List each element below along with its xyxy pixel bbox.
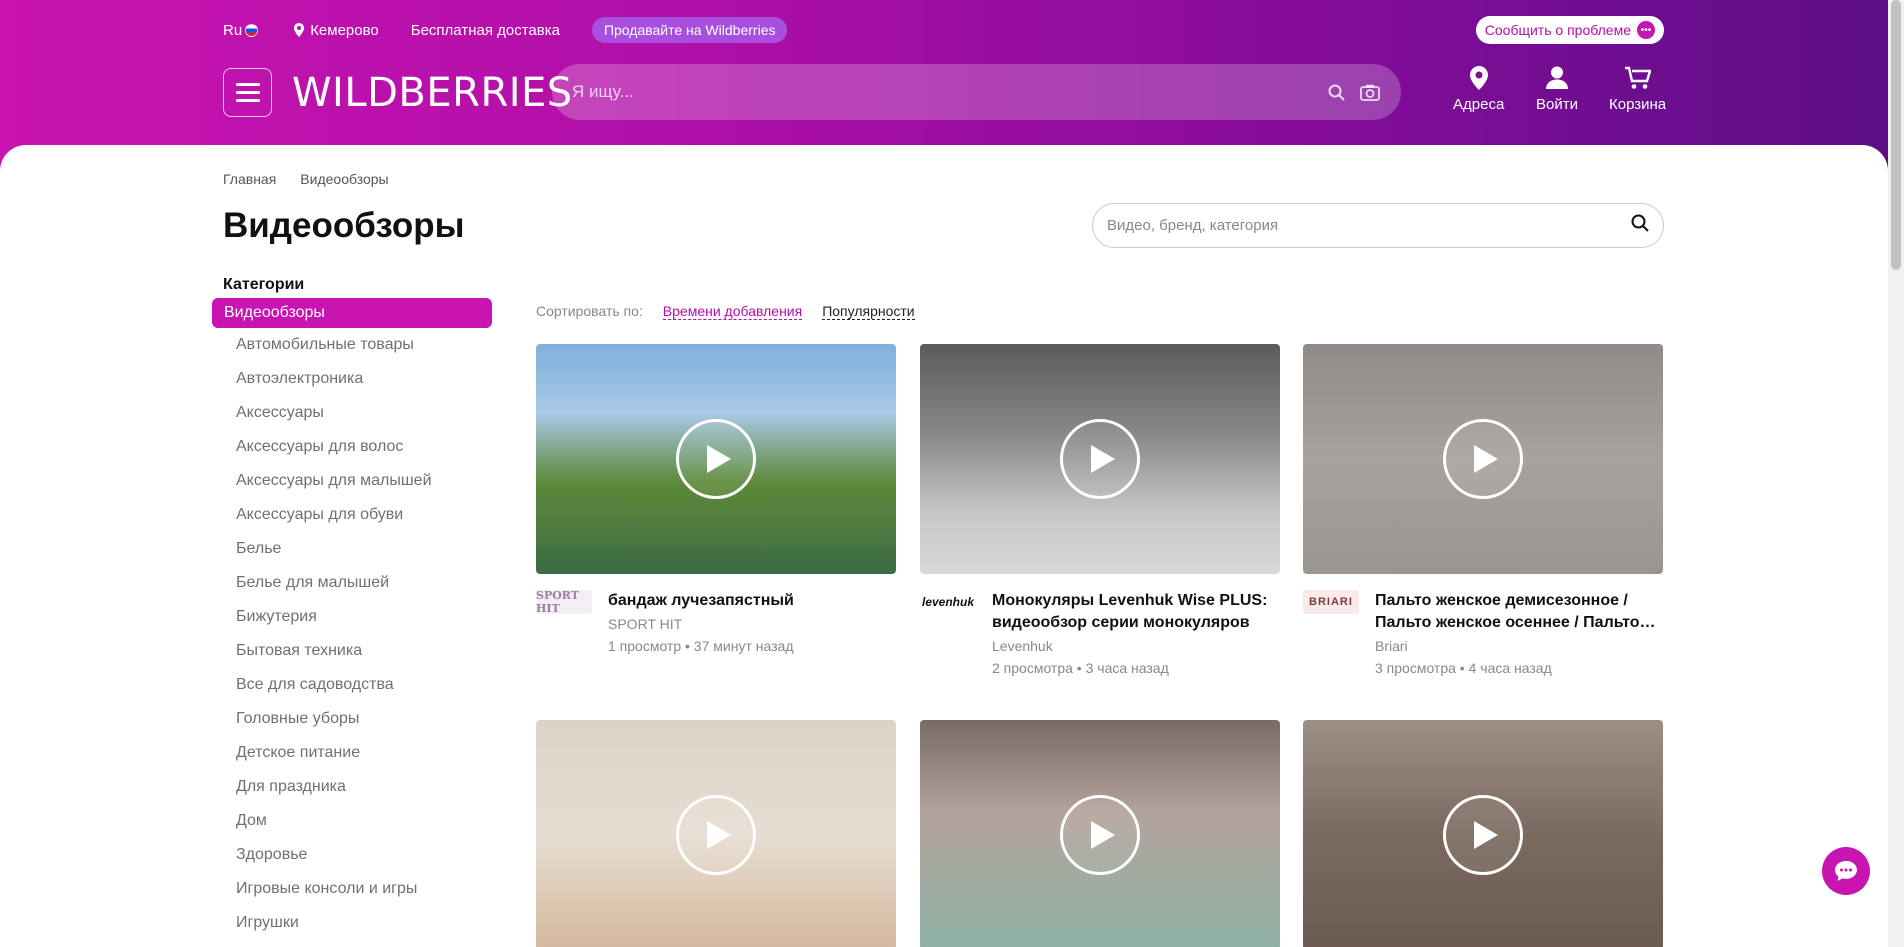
search-icon[interactable] [1631, 214, 1649, 237]
burger-line [235, 83, 260, 86]
video-brand[interactable]: SPORT HIT [608, 616, 794, 632]
addresses-label: Адреса [1453, 96, 1505, 113]
sidebar-item[interactable]: Аксессуары [212, 396, 492, 430]
sidebar-item[interactable]: Белье для малышей [212, 566, 492, 600]
city-selector[interactable]: Кемерово [294, 22, 379, 39]
sidebar-item[interactable]: Все для садоводства [212, 668, 492, 702]
video-meta: SPORT HIT бандаж лучезапястный SPORT HIT… [536, 589, 896, 654]
user-icon [1545, 66, 1568, 89]
sidebar-item[interactable]: Игрушки [212, 906, 492, 940]
video-title[interactable]: Пальто женское демисезонное / Пальто жен… [1375, 590, 1663, 634]
cart-icon [1624, 66, 1651, 89]
play-icon[interactable] [1060, 419, 1140, 499]
menu-burger-button[interactable] [223, 68, 272, 117]
language-label: Ru [223, 21, 243, 39]
categories-sidebar: Категории Видеообзоры Автомобильные това… [212, 273, 492, 940]
report-problem-label: Сообщить о проблеме [1484, 22, 1631, 38]
video-stats: 1 просмотр • 37 минут назад [608, 638, 794, 654]
breadcrumb-current: Видеообзоры [300, 171, 389, 187]
play-icon[interactable] [676, 419, 756, 499]
breadcrumb-home[interactable]: Главная [223, 171, 276, 187]
cart-nav[interactable]: Корзина [1609, 66, 1666, 113]
cart-label: Корзина [1609, 96, 1667, 113]
chat-bubble-icon: ••• [1637, 21, 1655, 39]
sort-label: Сортировать по: [536, 303, 643, 319]
camera-icon[interactable] [1359, 81, 1381, 103]
sidebar-item[interactable]: Аксессуары для обуви [212, 498, 492, 532]
brand-logo[interactable]: levenhuk [920, 590, 976, 614]
video-thumbnail[interactable] [1303, 720, 1663, 947]
sort-by-popularity-button[interactable]: Популярности [822, 303, 915, 320]
sidebar-item[interactable]: Автомобильные товары [212, 328, 492, 362]
sidebar-item[interactable]: Бытовая техника [212, 634, 492, 668]
scrollbar-thumb[interactable] [1891, 0, 1901, 270]
video-card[interactable]: levenhuk Монокуляры Levenhuk Wise PLUS: … [920, 344, 1280, 676]
video-title[interactable]: бандаж лучезапястный [608, 590, 794, 612]
video-brand[interactable]: Briari [1375, 638, 1663, 654]
video-card[interactable]: BRIARI Пальто женское демисезонное / Пал… [1303, 344, 1663, 676]
report-problem-button[interactable]: Сообщить о проблеме ••• [1475, 16, 1664, 44]
brand-logo[interactable]: BRIARI [1303, 590, 1359, 614]
burger-line [235, 99, 260, 102]
video-meta: levenhuk Монокуляры Levenhuk Wise PLUS: … [920, 590, 1280, 676]
video-card[interactable] [1303, 720, 1663, 947]
sell-on-wildberries-button[interactable]: Продавайте на Wildberries [591, 17, 788, 43]
chat-icon [1835, 861, 1857, 881]
video-search-input[interactable] [1107, 217, 1631, 234]
language-switcher[interactable]: Ru [223, 21, 259, 39]
location-pin-icon [1469, 66, 1488, 90]
video-thumbnail[interactable] [536, 720, 896, 947]
play-icon[interactable] [1443, 419, 1523, 499]
sidebar-item[interactable]: Для праздника [212, 770, 492, 804]
free-delivery-link[interactable]: Бесплатная доставка [411, 22, 560, 39]
main-search-bar [552, 64, 1401, 120]
categories-title: Категории [223, 276, 305, 293]
login-nav[interactable]: Войти [1536, 66, 1578, 113]
video-card[interactable] [536, 720, 896, 947]
video-title[interactable]: Монокуляры Levenhuk Wise PLUS: видеообзо… [992, 590, 1280, 634]
city-label: Кемерово [310, 21, 379, 39]
video-stats: 3 просмотра • 4 часа назад [1375, 660, 1552, 676]
sidebar-item[interactable]: Автоэлектроника [212, 362, 492, 396]
sidebar-item[interactable]: Головные уборы [212, 702, 492, 736]
sidebar-item[interactable]: Игровые консоли и игры [212, 872, 492, 906]
sidebar-item[interactable]: Дом [212, 804, 492, 838]
sort-by-date-button[interactable]: Времени добавления [662, 303, 803, 320]
video-thumbnail[interactable] [920, 720, 1280, 947]
video-thumbnail[interactable] [1303, 344, 1663, 574]
breadcrumb: Главная Видеообзоры [223, 171, 389, 187]
sidebar-item[interactable]: Здоровье [212, 838, 492, 872]
play-icon[interactable] [676, 795, 756, 875]
search-icon[interactable] [1325, 81, 1347, 103]
video-thumbnail[interactable] [536, 344, 896, 574]
video-meta: BRIARI Пальто женское демисезонное / Пал… [1303, 590, 1663, 676]
burger-line [235, 91, 260, 94]
page-title: Видеообзоры [223, 206, 465, 245]
sidebar-item[interactable]: Аксессуары для волос [212, 430, 492, 464]
video-search-bar [1092, 203, 1664, 248]
sidebar-item-videoreviews[interactable]: Видеообзоры [212, 298, 492, 328]
brand-logo[interactable]: SPORT HIT [536, 589, 592, 615]
page-scrollbar[interactable] [1888, 0, 1904, 947]
top-bar: Ru Кемерово Бесплатная доставка Продавай… [223, 17, 1664, 43]
video-card[interactable] [920, 720, 1280, 947]
support-chat-button[interactable] [1822, 847, 1870, 895]
russia-flag-icon [245, 23, 259, 37]
login-label: Войти [1536, 96, 1578, 113]
video-brand[interactable]: Levenhuk [992, 638, 1280, 654]
play-icon[interactable] [1443, 795, 1523, 875]
addresses-nav[interactable]: Адреса [1453, 66, 1504, 113]
sidebar-item[interactable]: Аксессуары для малышей [212, 464, 492, 498]
main-search-input[interactable] [572, 82, 1313, 102]
sidebar-item[interactable]: Бижутерия [212, 600, 492, 634]
sidebar-item[interactable]: Детское питание [212, 736, 492, 770]
video-stats: 2 просмотра • 3 часа назад [992, 660, 1169, 676]
location-pin-icon [294, 23, 305, 37]
play-icon[interactable] [1060, 795, 1140, 875]
sort-bar: Сортировать по: Времени добавления Попул… [536, 303, 915, 320]
video-card[interactable]: SPORT HIT бандаж лучезапястный SPORT HIT… [536, 344, 896, 654]
video-thumbnail[interactable] [920, 344, 1280, 574]
sidebar-item[interactable]: Белье [212, 532, 492, 566]
wildberries-logo[interactable]: WILDBERRIES [292, 70, 573, 116]
